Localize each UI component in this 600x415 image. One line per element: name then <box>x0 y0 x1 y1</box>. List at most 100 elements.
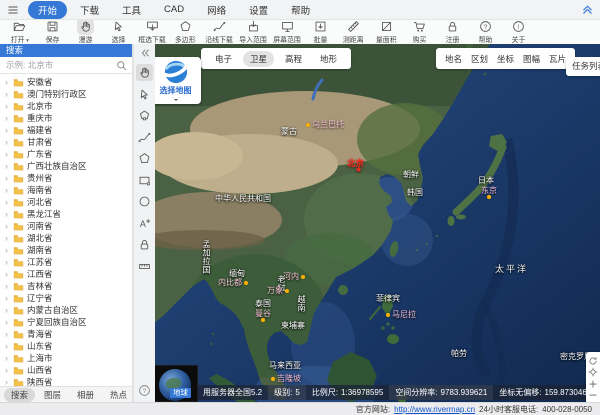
refresh-icon[interactable] <box>588 356 598 366</box>
tree-row[interactable]: › 河北省 <box>0 196 132 208</box>
expander-icon[interactable]: › <box>5 245 10 255</box>
sidebar-tab[interactable]: 图层 <box>37 388 68 402</box>
tree-row[interactable]: › 内蒙古自治区 <box>0 304 132 316</box>
menu-item[interactable]: 开始 <box>28 1 67 19</box>
menu-item[interactable]: 网络 <box>197 1 236 19</box>
plus-icon[interactable] <box>588 379 598 389</box>
expander-icon[interactable]: › <box>5 293 10 303</box>
tree-row[interactable]: › 上海市 <box>0 352 132 364</box>
toolbar-button[interactable]: 选择 <box>102 20 135 44</box>
tree-row[interactable]: › 湖北省 <box>0 232 132 244</box>
circle-icon[interactable] <box>136 193 153 210</box>
overlay-toggle[interactable]: 瓦片 <box>549 53 566 65</box>
sidebar-tab[interactable]: 热点 <box>103 388 134 402</box>
expander-icon[interactable]: › <box>5 185 10 195</box>
expander-icon[interactable]: › <box>5 161 10 171</box>
caret-down-icon[interactable] <box>172 96 180 104</box>
tree-row[interactable]: › 江苏省 <box>0 256 132 268</box>
menu-item[interactable]: 下载 <box>70 1 109 19</box>
tree-row[interactable]: › 海南省 <box>0 184 132 196</box>
tree-row[interactable]: › 澳门特别行政区 <box>0 88 132 100</box>
sidebar-tab[interactable]: 相册 <box>70 388 101 402</box>
polyline-icon[interactable] <box>136 129 153 146</box>
polygon-icon[interactable] <box>136 150 153 167</box>
tree-row[interactable]: › 安徽省 <box>0 76 132 88</box>
search-icon[interactable] <box>116 60 127 71</box>
expander-icon[interactable]: › <box>5 305 10 315</box>
official-site-link[interactable]: http://www.rivermap.cn <box>394 405 475 414</box>
task-list-tab[interactable]: 任务列表 <box>566 57 600 76</box>
lock-icon[interactable] <box>136 236 153 253</box>
help-icon[interactable]: ? <box>138 384 151 397</box>
expander-icon[interactable]: › <box>5 365 10 375</box>
toolbar-button[interactable]: 屏幕范围 <box>270 20 304 44</box>
tree-row[interactable]: › 黑龙江省 <box>0 208 132 220</box>
toolbar-button[interactable]: 漫游 <box>69 20 102 44</box>
tree-row[interactable]: › 福建省 <box>0 124 132 136</box>
expander-icon[interactable]: › <box>5 221 10 231</box>
hand-icon[interactable] <box>136 64 153 81</box>
ribbon-collapse-icon[interactable] <box>581 3 594 16</box>
expander-icon[interactable]: › <box>5 77 10 87</box>
measure-icon[interactable] <box>136 258 153 275</box>
tree-row[interactable]: › 辽宁省 <box>0 292 132 304</box>
expander-icon[interactable]: › <box>5 125 10 135</box>
expander-icon[interactable]: › <box>5 353 10 363</box>
toolbar-button[interactable]: ! 关于 <box>502 20 535 44</box>
expander-icon[interactable]: › <box>5 377 10 386</box>
locate-icon[interactable] <box>588 367 598 377</box>
tree-row[interactable]: › 宁夏回族自治区 <box>0 316 132 328</box>
rectangle-icon[interactable] <box>136 172 153 189</box>
toolbar-button[interactable]: 打开 <box>3 20 36 44</box>
toolbar-button[interactable]: 沿线下载 <box>202 20 236 44</box>
tree-row[interactable]: › 湖南省 <box>0 244 132 256</box>
tree-row[interactable]: › 河南省 <box>0 220 132 232</box>
expander-icon[interactable]: › <box>5 137 10 147</box>
minus-icon[interactable] <box>588 390 598 400</box>
expander-icon[interactable]: › <box>5 101 10 111</box>
tree-row[interactable]: › 广西壮族自治区 <box>0 160 132 172</box>
toolbar-button[interactable]: 购买 <box>403 20 436 44</box>
expander-icon[interactable]: › <box>5 149 10 159</box>
expander-icon[interactable]: › <box>5 329 10 339</box>
expander-icon[interactable]: › <box>5 233 10 243</box>
menu-item[interactable]: 设置 <box>239 1 278 19</box>
toolbar-button[interactable]: 注册 <box>436 20 469 44</box>
tree-row[interactable]: › 江西省 <box>0 268 132 280</box>
toolbar-button[interactable]: 多边形 <box>169 20 202 44</box>
tree-row[interactable]: › 陕西省 <box>0 376 132 386</box>
expander-icon[interactable]: › <box>5 173 10 183</box>
expander-icon[interactable]: › <box>5 209 10 219</box>
cursor-icon[interactable] <box>136 86 153 103</box>
toolbar-button[interactable]: 导入范围 <box>236 20 270 44</box>
overlay-toggle[interactable]: 地名 <box>445 53 462 65</box>
menu-item[interactable]: 工具 <box>112 1 151 19</box>
base-map-tab[interactable]: 高程 <box>278 51 309 67</box>
toolbar-button[interactable]: 量面积 <box>370 20 403 44</box>
tree-row[interactable]: › 贵州省 <box>0 172 132 184</box>
toolbar-button[interactable]: 保存 <box>36 20 69 44</box>
base-map-tab[interactable]: 卫星 <box>243 51 274 67</box>
toolbar-button[interactable]: 框选下载 <box>135 20 169 44</box>
tree-row[interactable]: › 北京市 <box>0 100 132 112</box>
search-input[interactable] <box>0 59 116 71</box>
toolbar-button[interactable]: 批量 <box>304 20 337 44</box>
map-source-selector[interactable]: 选择地图 <box>155 57 201 104</box>
expander-icon[interactable]: › <box>5 341 10 351</box>
expander-icon[interactable]: › <box>5 317 10 327</box>
overlay-toggle[interactable]: 图幅 <box>523 53 540 65</box>
tree-row[interactable]: › 广东省 <box>0 148 132 160</box>
expander-icon[interactable]: › <box>5 269 10 279</box>
menu-item[interactable]: 帮助 <box>281 1 320 19</box>
tree-row[interactable]: › 青海省 <box>0 328 132 340</box>
map-viewport[interactable]: 蒙古中华人民共和国朝鲜韩国日本太平洋孟加拉国缅甸老挝泰国越南柬埔寨马来西亚菲律宾… <box>155 44 600 402</box>
tree-row[interactable]: › 吉林省 <box>0 280 132 292</box>
toolbar-button[interactable]: 测距离 <box>337 20 370 44</box>
text-add-icon[interactable]: A <box>136 215 153 232</box>
base-map-tab[interactable]: 地形 <box>313 51 344 67</box>
earth-badge[interactable]: 地球 <box>170 388 191 398</box>
overlay-toggle[interactable]: 区划 <box>471 53 488 65</box>
expander-icon[interactable]: › <box>5 89 10 99</box>
tree-row[interactable]: › 甘肃省 <box>0 136 132 148</box>
expander-icon[interactable]: › <box>5 281 10 291</box>
